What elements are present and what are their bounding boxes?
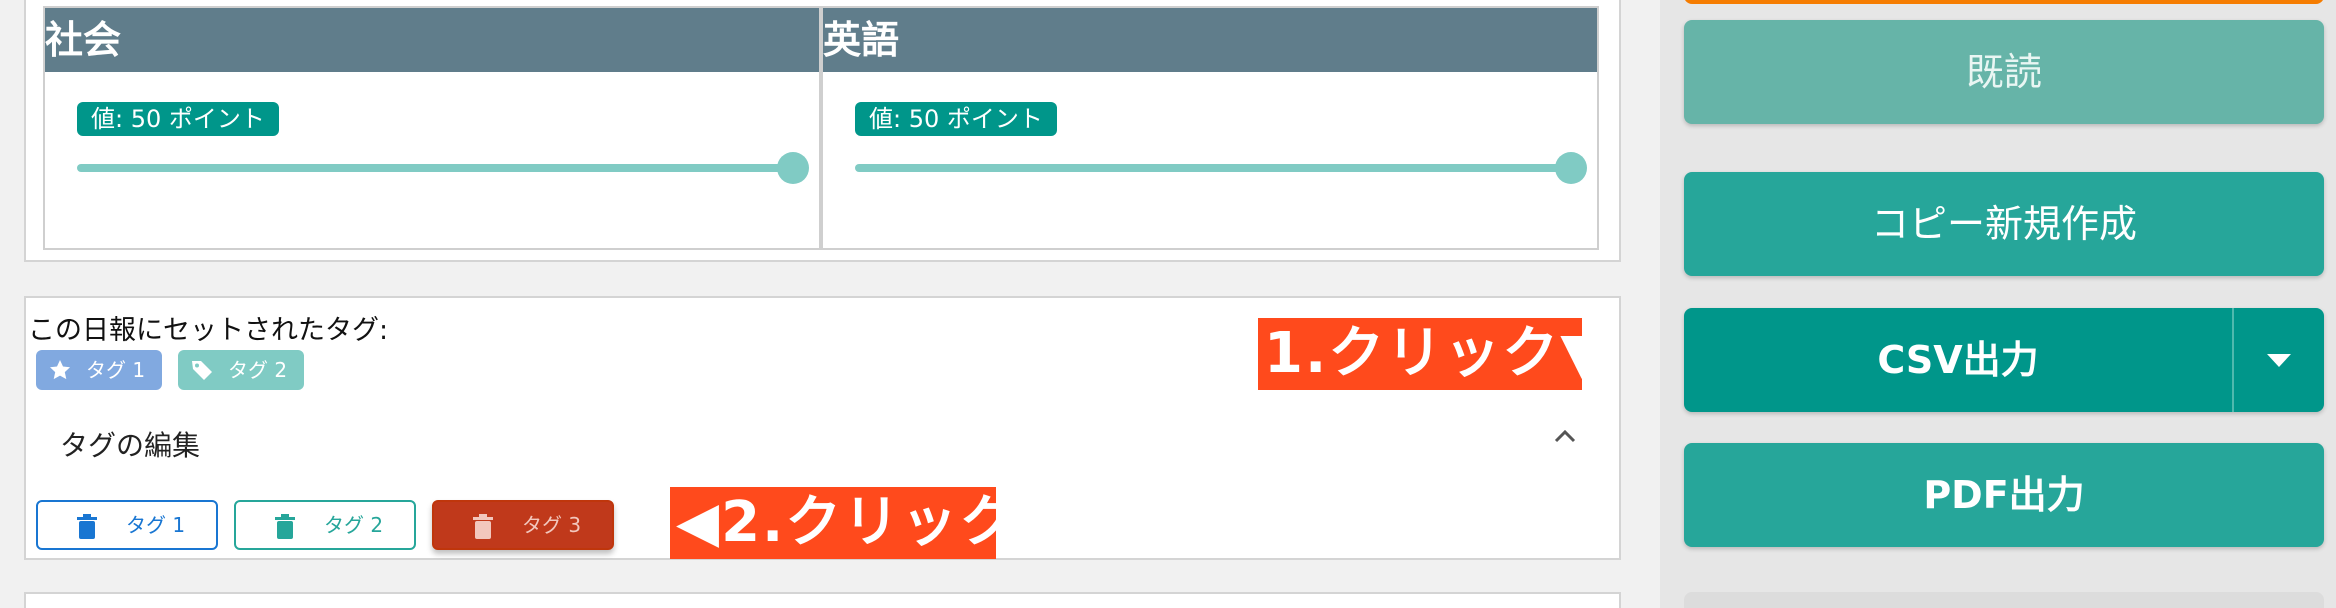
delete-tag-label: タグ 1 — [126, 513, 186, 537]
slider-thumb[interactable] — [777, 152, 809, 184]
caret-down-icon — [2267, 354, 2291, 367]
tag-icon — [192, 361, 212, 380]
delete-tag-button[interactable]: タグ 2 — [234, 500, 416, 550]
mark-read-button[interactable]: 既読 — [1684, 20, 2324, 124]
subject-header: 英語 — [823, 8, 1597, 72]
csv-export-group: CSV出力 — [1684, 308, 2324, 412]
slider-thumb[interactable] — [1555, 152, 1587, 184]
score-slider[interactable] — [855, 152, 1587, 184]
value-chip: 値: 50 ポイント — [855, 102, 1057, 136]
next-card — [24, 592, 1621, 608]
tags-heading: この日報にセットされたタグ: — [28, 315, 389, 346]
star-icon — [50, 360, 70, 380]
csv-dropdown-button[interactable] — [2234, 308, 2324, 412]
annotation-step-1: 1.クリック▼ — [1258, 318, 1603, 390]
trash-icon — [77, 514, 97, 539]
delete-tag-button[interactable]: タグ 1 — [36, 500, 218, 550]
annotation-step-2: ◀2.クリック — [670, 487, 1015, 559]
delete-tag-label: タグ 2 — [324, 513, 384, 537]
delete-tag-button[interactable]: タグ 3 — [432, 500, 614, 550]
trash-icon — [473, 514, 493, 539]
action-sidebar: 既読 コピー新規作成 CSV出力 PDF出力 — [1660, 0, 2336, 608]
delete-tag-label: タグ 3 — [522, 513, 582, 537]
tag-chip-label: タグ 1 — [86, 358, 146, 382]
score-card: 社会 値: 50 ポイント 英語 値: 50 ポイント — [24, 0, 1621, 262]
value-chip: 値: 50 ポイント — [77, 102, 279, 136]
copy-new-button[interactable]: コピー新規作成 — [1684, 172, 2324, 276]
trash-icon — [275, 514, 295, 539]
tag-chip[interactable]: タグ 2 — [178, 350, 304, 390]
score-slider[interactable] — [77, 152, 809, 184]
tag-edit-toggle[interactable]: タグの編集 — [60, 424, 200, 464]
subject-column-english: 英語 値: 50 ポイント — [821, 6, 1599, 250]
next-sidebar-button[interactable] — [1684, 592, 2324, 608]
subject-column-social: 社会 値: 50 ポイント — [43, 6, 821, 250]
tag-chip[interactable]: タグ 1 — [36, 350, 162, 390]
chevron-up-icon[interactable] — [1550, 422, 1580, 452]
tag-chip-label: タグ 2 — [228, 358, 288, 382]
orange-button-edge[interactable] — [1684, 0, 2324, 4]
subject-header: 社会 — [45, 8, 819, 72]
pdf-export-button[interactable]: PDF出力 — [1684, 443, 2324, 547]
csv-export-button[interactable]: CSV出力 — [1684, 308, 2232, 412]
